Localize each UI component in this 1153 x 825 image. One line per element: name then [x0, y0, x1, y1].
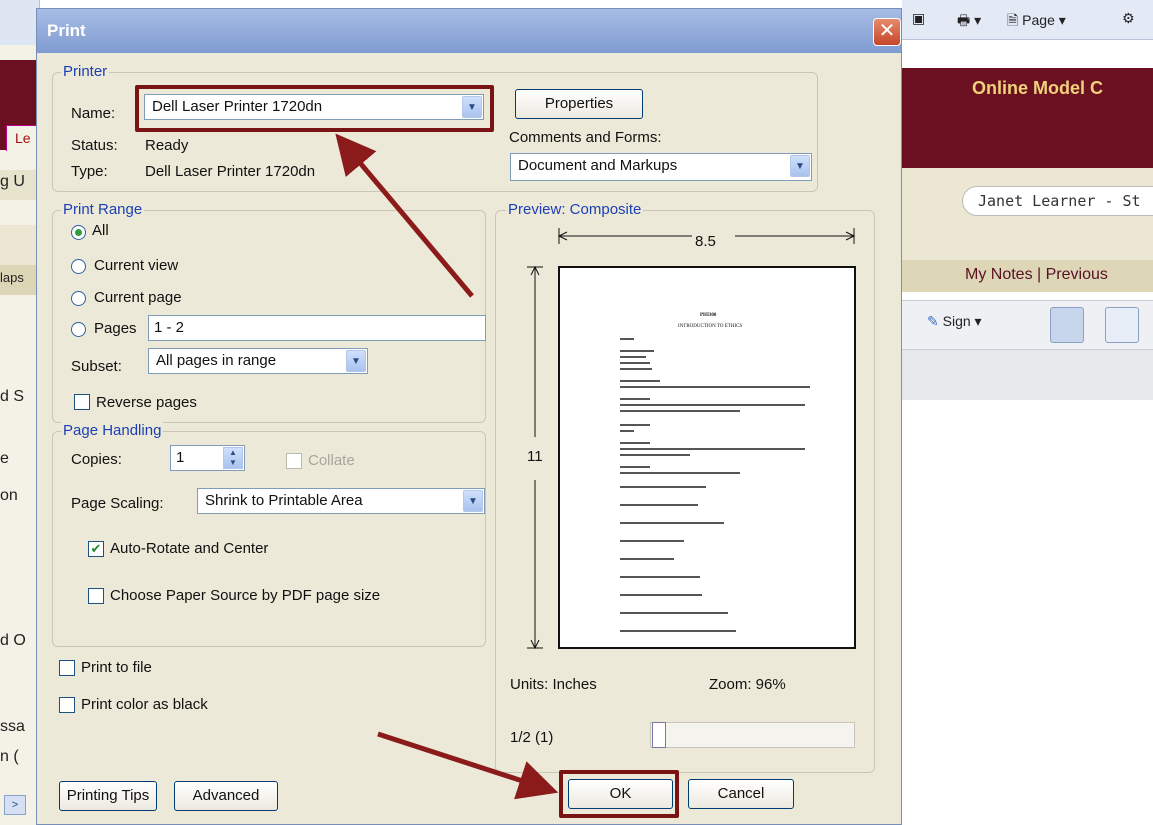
annotation-arrow-to-ok — [377, 731, 559, 800]
annotation-arrows — [335, 133, 559, 800]
annotation-arrow-to-printer — [335, 133, 474, 298]
